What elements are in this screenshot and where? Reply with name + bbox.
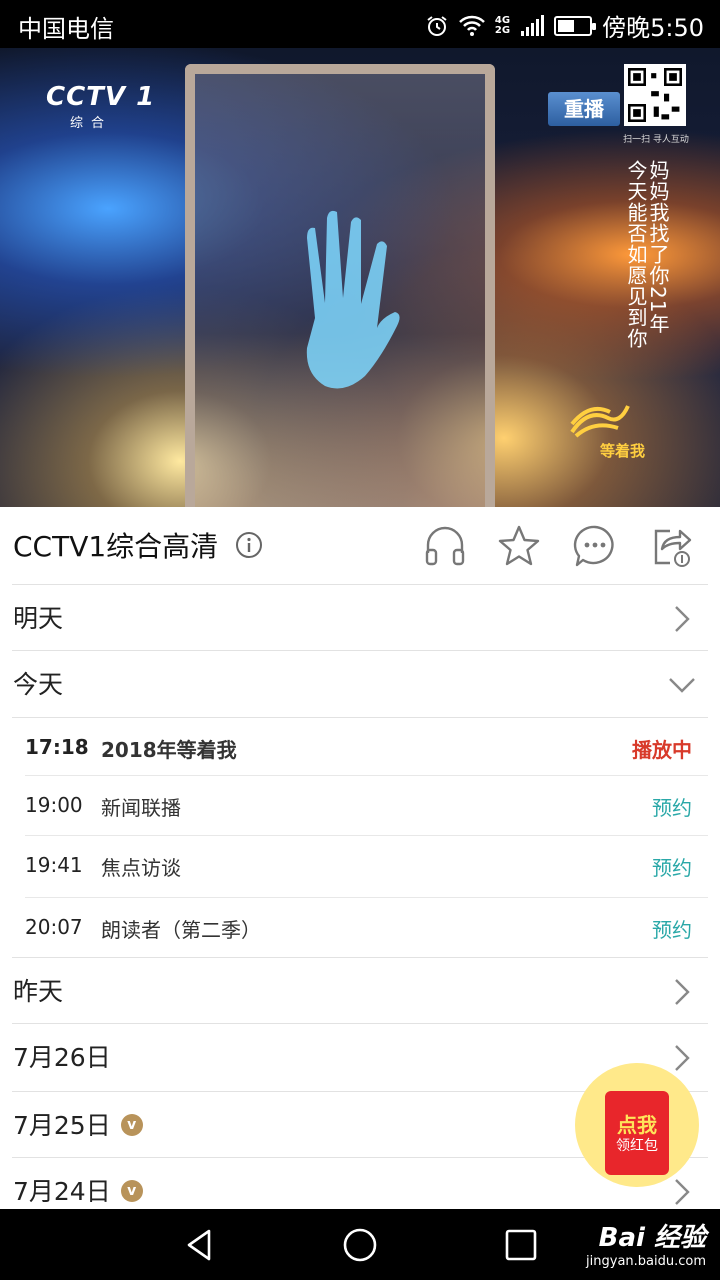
day-label: 7月24日 v xyxy=(13,1172,143,1208)
wifi-icon xyxy=(459,15,485,37)
caption-left: 今天能否如愿见到你 xyxy=(624,160,648,349)
show-logo-text: 等着我 xyxy=(600,442,646,460)
caption-right: 妈妈我找了你21年 xyxy=(646,160,670,335)
program-title: 焦点访谈 xyxy=(101,856,181,880)
day-label: 7月26日 xyxy=(13,1043,111,1072)
chevron-right-icon xyxy=(675,979,690,1005)
star-icon[interactable] xyxy=(496,523,542,569)
day-label: 明天 xyxy=(13,604,64,633)
carrier-label: 中国电信 xyxy=(18,15,114,43)
program-title: 朗读者（第二季） xyxy=(101,918,261,942)
battery-icon xyxy=(554,15,597,36)
network-bottom-label: 2G xyxy=(494,24,511,36)
alarm-icon xyxy=(425,14,449,38)
watermark-main: Bai 经验 xyxy=(598,1223,706,1253)
day-label: 7月25日 v xyxy=(13,1106,143,1142)
channel-logo-sub: 综合 xyxy=(70,116,113,131)
day-label-text: 7月24日 xyxy=(13,1177,111,1206)
program-title: 新闻联播 xyxy=(101,796,181,820)
program-time: 17:18 xyxy=(25,735,89,759)
vip-badge-icon: v xyxy=(120,1180,143,1202)
program-row[interactable]: 19:41 焦点访谈 预约 xyxy=(0,836,720,896)
chevron-down-icon xyxy=(669,678,695,693)
program-title: 2018年等着我 xyxy=(101,738,237,762)
day-label: 今天 xyxy=(13,670,64,699)
day-row-yesterday[interactable]: 昨天 xyxy=(0,958,720,1024)
show-logo: 等着我 xyxy=(560,398,645,461)
clock: 傍晚5:50 xyxy=(602,14,704,42)
program-row[interactable]: 20:07 朗读者（第二季） 预约 xyxy=(0,898,720,958)
headphones-icon[interactable] xyxy=(422,523,468,569)
info-icon[interactable] xyxy=(235,531,263,559)
red-envelope-button[interactable]: 点我 领红包 xyxy=(575,1063,699,1187)
video-player[interactable]: CCTV 1 综合 重播 扫一扫 寻人互动 妈妈我找了你21年 今天能否如愿见到… xyxy=(0,48,720,507)
vip-badge-icon: v xyxy=(120,1114,143,1136)
channel-header: CCTV1综合高清 xyxy=(0,507,720,584)
comment-icon[interactable] xyxy=(572,523,618,569)
program-time: 19:41 xyxy=(25,853,83,877)
channel-logo-text: CCTV 1 xyxy=(46,82,156,112)
reserve-button[interactable]: 预约 xyxy=(652,852,692,881)
watermark: Bai 经验 jingyan.baidu.com xyxy=(586,1217,706,1269)
chevron-right-icon xyxy=(675,606,690,632)
network-top-label: 4G xyxy=(494,14,511,26)
program-time: 19:00 xyxy=(25,793,83,817)
watermark-sub: jingyan.baidu.com xyxy=(586,1254,706,1269)
share-icon[interactable] xyxy=(648,523,694,569)
qr-code-icon xyxy=(624,64,686,126)
program-row[interactable]: 17:18 2018年等着我 播放中 xyxy=(0,718,720,778)
chevron-right-icon xyxy=(675,1179,690,1205)
back-icon[interactable] xyxy=(181,1226,219,1264)
day-label-text: 7月25日 xyxy=(13,1111,111,1140)
program-row[interactable]: 19:00 新闻联播 预约 xyxy=(0,776,720,836)
reserve-button[interactable]: 预约 xyxy=(652,792,692,821)
show-logo-icon xyxy=(570,405,630,438)
signal-icon xyxy=(520,14,545,37)
video-scene-handprint xyxy=(306,210,400,389)
recents-icon[interactable] xyxy=(502,1226,540,1264)
red-envelope-line1: 点我 xyxy=(617,1113,657,1137)
system-nav-bar: Bai 经验 jingyan.baidu.com xyxy=(0,1209,720,1280)
channel-logo: CCTV 1 综合 xyxy=(46,82,155,131)
chevron-right-icon xyxy=(675,1045,690,1071)
qr-caption: 扫一扫 寻人互动 xyxy=(623,135,689,145)
red-envelope-line2: 领红包 xyxy=(616,1138,658,1154)
day-label: 昨天 xyxy=(13,977,64,1006)
reserve-button[interactable]: 预约 xyxy=(652,914,692,943)
page-title: CCTV1综合高清 xyxy=(13,530,219,563)
home-icon[interactable] xyxy=(341,1226,379,1264)
now-playing-label: 播放中 xyxy=(632,738,692,762)
replay-badge: 重播 xyxy=(548,92,620,126)
day-row-tomorrow[interactable]: 明天 xyxy=(0,585,720,651)
network-type: 4G 2G xyxy=(494,14,511,36)
day-row-today[interactable]: 今天 xyxy=(0,651,720,717)
status-bar: 中国电信 4G 2G 傍晚5:50 xyxy=(0,0,720,48)
program-time: 20:07 xyxy=(25,915,83,939)
